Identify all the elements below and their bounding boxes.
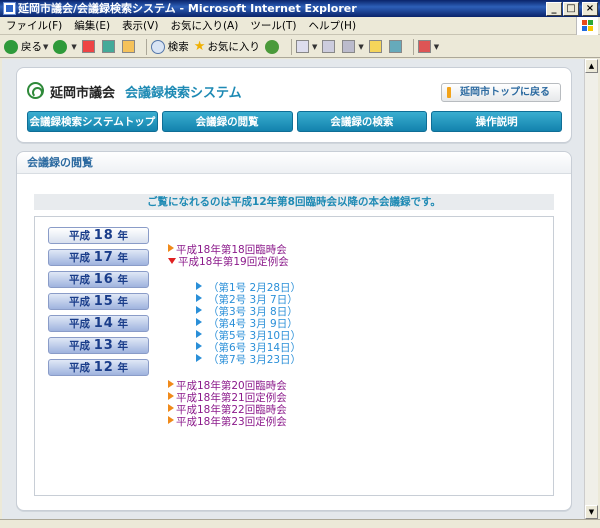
minutes-issue-link[interactable]: （第2号 3月 7日） xyxy=(196,294,298,306)
page-content: 延岡市議会 会議録検索システム 延岡市トップに戻る 会議録検索システムトップ 会… xyxy=(2,59,584,519)
vertical-scrollbar[interactable]: ▲ ▼ xyxy=(584,59,598,519)
scroll-up-button[interactable]: ▲ xyxy=(585,59,598,73)
year-button-h14[interactable]: 平成 14 年 xyxy=(48,315,149,332)
menu-help[interactable]: ヘルプ(H) xyxy=(308,18,356,33)
toolbar-separator xyxy=(412,38,414,55)
nav-help[interactable]: 操作説明 xyxy=(431,111,562,132)
star-icon: ★ xyxy=(193,39,206,54)
year-button-h18[interactable]: 平成 18 年 xyxy=(48,227,149,244)
system-name: 会議録検索システム xyxy=(125,86,242,101)
arrow-right-icon xyxy=(196,306,202,314)
edit-icon xyxy=(342,40,356,53)
arrow-right-icon xyxy=(168,244,174,252)
nav-system-top[interactable]: 会議録検索システムトップ xyxy=(27,111,158,132)
menu-tools[interactable]: ツール(T) xyxy=(250,18,296,33)
menu-favorites[interactable]: お気に入り(A) xyxy=(170,18,238,33)
minutes-issue-link[interactable]: （第5号 3月10日） xyxy=(196,330,301,342)
menu-view[interactable]: 表示(V) xyxy=(122,18,158,33)
print-icon xyxy=(322,40,336,53)
minutes-issue-link[interactable]: （第1号 2月28日） xyxy=(196,282,301,294)
minutes-issue-link[interactable]: （第4号 3月 9日） xyxy=(196,318,298,330)
home-icon xyxy=(121,40,135,53)
arrow-right-icon xyxy=(196,282,202,290)
maximize-button[interactable]: □ xyxy=(563,2,579,16)
arrow-right-icon xyxy=(168,416,174,424)
window-title: 延岡市議会/会議録検索システム - Microsoft Internet Exp… xyxy=(18,2,357,15)
city-top-link[interactable]: 延岡市トップに戻る xyxy=(441,83,561,102)
minutes-list-box: 平成 18 年 平成 17 年 平成 16 年 平成 15 年 平成 14 年 … xyxy=(34,216,554,496)
close-button[interactable]: × xyxy=(582,2,598,16)
research-icon xyxy=(417,40,431,53)
mail-icon xyxy=(295,40,309,53)
arrow-right-icon xyxy=(196,354,202,362)
session-link[interactable]: 平成18年第18回臨時会 xyxy=(168,244,287,256)
arrow-right-icon xyxy=(196,318,202,326)
arrow-down-icon xyxy=(168,258,176,264)
nav-browse[interactable]: 会議録の閲覧 xyxy=(161,111,293,132)
arrow-right-icon xyxy=(196,330,202,338)
arrow-right-icon xyxy=(168,392,174,400)
research-button[interactable]: ▼ xyxy=(417,40,439,53)
city-emblem-icon xyxy=(27,82,44,99)
forward-button[interactable]: ▼ xyxy=(53,39,77,54)
arrow-right-icon xyxy=(168,380,174,388)
arrow-right-icon xyxy=(196,342,202,350)
site-header: 延岡市議会 会議録検索システム 延岡市トップに戻る 会議録検索システムトップ 会… xyxy=(16,67,572,143)
refresh-button[interactable] xyxy=(101,40,117,53)
mail-button[interactable]: ▼ xyxy=(295,40,317,53)
window-title-bar[interactable]: 延岡市議会/会議録検索システム - Microsoft Internet Exp… xyxy=(0,0,600,17)
session-link-expanded[interactable]: 平成18年第19回定例会 xyxy=(168,256,289,268)
refresh-icon xyxy=(101,40,115,53)
scroll-down-button[interactable]: ▼ xyxy=(585,505,598,519)
favorites-button[interactable]: ★ お気に入り xyxy=(194,39,260,54)
messenger-icon xyxy=(388,40,402,53)
toolbar-separator xyxy=(290,38,292,55)
window-controls: _ □ × xyxy=(546,2,598,16)
availability-notice: ご覧になれるのは平成12年第8回臨時会以降の本会議録です。 xyxy=(34,194,554,210)
session-link[interactable]: 平成18年第22回臨時会 xyxy=(168,404,287,416)
section-title: 会議録の閲覧 xyxy=(17,152,571,174)
print-button[interactable] xyxy=(322,40,337,53)
toolbar-separator xyxy=(145,38,147,55)
minutes-issue-link[interactable]: （第3号 3月 8日） xyxy=(196,306,298,318)
windows-logo-icon xyxy=(576,17,598,35)
forward-arrow-icon xyxy=(53,39,68,54)
year-button-h12[interactable]: 平成 12 年 xyxy=(48,359,149,376)
search-icon xyxy=(150,39,165,54)
minimize-button[interactable]: _ xyxy=(546,2,562,16)
history-button[interactable] xyxy=(264,39,282,54)
minutes-issue-link[interactable]: （第6号 3月14日） xyxy=(196,342,301,354)
year-button-h13[interactable]: 平成 13 年 xyxy=(48,337,149,354)
back-button[interactable]: 戻る ▼ xyxy=(4,39,48,54)
home-button[interactable] xyxy=(121,40,137,53)
history-icon xyxy=(264,39,279,54)
arrow-right-icon xyxy=(168,404,174,412)
arrow-right-icon xyxy=(196,294,202,302)
session-link[interactable]: 平成18年第23回定例会 xyxy=(168,416,287,428)
ie-icon xyxy=(3,2,16,15)
stop-button[interactable] xyxy=(81,40,97,53)
session-link[interactable]: 平成18年第21回定例会 xyxy=(168,392,287,404)
browse-panel: 会議録の閲覧 ご覧になれるのは平成12年第8回臨時会以降の本会議録です。 平成 … xyxy=(16,151,572,511)
browser-toolbar: 戻る ▼ ▼ 検索 ★ お気に入り ▼ ▼ ▼ xyxy=(0,36,600,58)
minutes-issue-link[interactable]: （第7号 3月23日） xyxy=(196,354,301,366)
stop-icon xyxy=(81,40,95,53)
edit-button[interactable]: ▼ xyxy=(342,40,364,53)
status-bar xyxy=(0,519,600,528)
site-name: 延岡市議会 xyxy=(50,86,116,101)
main-navigation: 会議録検索システムトップ 会議録の閲覧 会議録の検索 操作説明 xyxy=(27,111,562,132)
folder-icon xyxy=(368,40,382,53)
session-link[interactable]: 平成18年第20回臨時会 xyxy=(168,380,287,392)
discuss-button[interactable] xyxy=(368,40,384,53)
menu-edit[interactable]: 編集(E) xyxy=(74,18,110,33)
year-button-h15[interactable]: 平成 15 年 xyxy=(48,293,149,310)
nav-search[interactable]: 会議録の検索 xyxy=(296,111,428,132)
back-arrow-icon xyxy=(4,39,18,54)
menu-file[interactable]: ファイル(F) xyxy=(6,18,62,33)
search-button[interactable]: 検索 xyxy=(150,39,189,54)
year-button-h17[interactable]: 平成 17 年 xyxy=(48,249,149,266)
menu-bar: ファイル(F) 編集(E) 表示(V) お気に入り(A) ツール(T) ヘルプ(… xyxy=(0,17,600,35)
messenger-button[interactable] xyxy=(388,40,404,53)
year-button-h16[interactable]: 平成 16 年 xyxy=(48,271,149,288)
